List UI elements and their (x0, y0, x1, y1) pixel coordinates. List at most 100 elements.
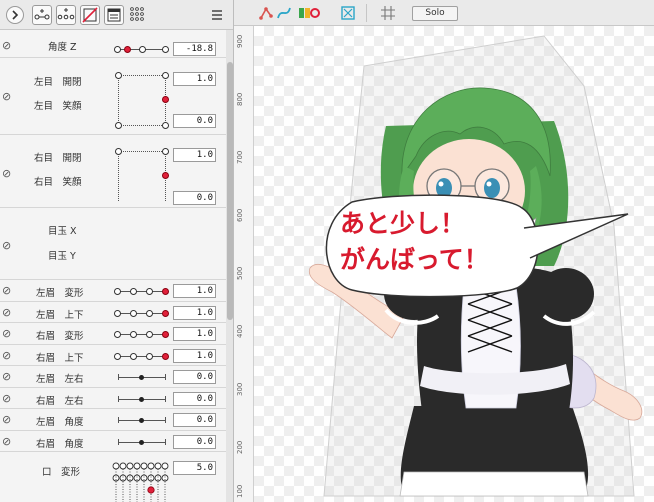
solo-button[interactable]: Solo (412, 6, 458, 21)
param-row: ⊘ 右眉 上下 1.0 (0, 345, 226, 366)
slider-track[interactable] (118, 334, 166, 335)
slider-knot[interactable] (114, 331, 121, 338)
link-icon[interactable]: ⊘ (2, 239, 11, 252)
grid-knot[interactable] (162, 122, 169, 129)
link-icon[interactable]: ⊘ (2, 306, 11, 319)
slider-knot-active[interactable] (124, 46, 131, 53)
param-value[interactable]: 0.0 (173, 434, 216, 449)
param-row: ⊘ 右眉 変形 1.0 (0, 323, 226, 345)
param-left-eye: ⊘ 左目 開閉 左目 笑顔 1.0 0.0 (0, 58, 226, 135)
slider-thumb[interactable] (139, 396, 144, 402)
view-toolbar: Solo (234, 0, 654, 26)
fit-view-icon[interactable] (340, 5, 356, 21)
slider-thumb[interactable] (139, 418, 144, 423)
slider-knot[interactable] (162, 46, 169, 53)
grid-line (118, 75, 119, 125)
link-icon[interactable]: ⊘ (2, 167, 11, 180)
slider-knot[interactable] (114, 309, 121, 317)
curve-icon[interactable] (276, 5, 292, 21)
slider-track[interactable] (118, 355, 166, 357)
link-icon[interactable]: ⊘ (2, 435, 11, 448)
slider-knot[interactable] (130, 309, 137, 317)
param-row: ⊘ 左眉 左右 0.0 (0, 366, 226, 388)
param-label: 左眉 角度 (36, 417, 84, 428)
slider-knot[interactable] (146, 331, 153, 338)
grid-knot[interactable] (115, 122, 122, 129)
link-icon[interactable]: ⊘ (2, 90, 11, 103)
param-value[interactable]: 1.0 (173, 327, 216, 341)
slider-thumb[interactable] (139, 375, 144, 380)
param-row: ⊘ 右眉 角度 0.0 (0, 431, 226, 452)
parameter-list: ⊘ 角度 Z -18.8 ⊘ 左目 開閉 左目 笑顔 1.0 0.0 ⊘ 右目 … (0, 30, 226, 502)
param-value[interactable]: 0.0 (173, 370, 216, 384)
param-row: ⊘ 左眉 角度 0.0 (0, 409, 226, 431)
scrollbar-thumb[interactable] (227, 62, 233, 320)
slider-knot[interactable] (130, 331, 137, 338)
grid-knot[interactable] (115, 148, 122, 155)
param-label: 右目 笑顔 (34, 177, 82, 188)
param-value[interactable]: 1.0 (173, 284, 216, 298)
param-value[interactable]: 0.0 (173, 391, 216, 406)
slider-tick (118, 374, 119, 380)
parameter-scrollbar[interactable] (226, 30, 233, 502)
slider-knot-active[interactable] (162, 331, 169, 338)
param-value[interactable]: 1.0 (173, 348, 216, 363)
slider-knot-active[interactable] (162, 288, 169, 295)
param-value[interactable]: 0.0 (173, 191, 216, 205)
slider-knot-active[interactable] (162, 309, 169, 317)
menu-icon[interactable] (210, 7, 224, 21)
grid-knot-active[interactable] (162, 172, 169, 179)
grid-dots-icon[interactable] (128, 5, 148, 25)
link-icon[interactable]: ⊘ (2, 392, 11, 405)
slider-knot[interactable] (139, 46, 146, 53)
slider-knot[interactable] (130, 352, 137, 360)
param-label: 右目 開閉 (34, 153, 82, 164)
param-value[interactable]: 5.0 (173, 461, 216, 475)
link-icon[interactable]: ⊘ (2, 413, 11, 426)
panel-icon[interactable] (104, 5, 124, 25)
slider-track[interactable] (118, 312, 166, 314)
grid-knot[interactable] (162, 148, 169, 155)
delete-link-icon[interactable] (80, 5, 100, 25)
link-icon[interactable]: ⊘ (2, 370, 11, 383)
param-value[interactable]: -18.8 (173, 42, 216, 56)
param-value[interactable]: 1.0 (173, 148, 216, 162)
link-icon[interactable]: ⊘ (2, 284, 11, 297)
param-label: 目玉 Y (48, 251, 76, 262)
grid-icon[interactable] (380, 5, 396, 21)
speech-line-1: あと少し！ (340, 209, 466, 238)
grid-knot-active[interactable] (162, 96, 169, 103)
param-label: 左眉 左右 (36, 374, 84, 385)
slider-knot[interactable] (146, 288, 153, 295)
slider-thumb[interactable] (139, 439, 144, 445)
param-value[interactable]: 0.0 (173, 114, 216, 128)
link-icon[interactable]: ⊘ (2, 327, 11, 340)
speech-line-2: がんばって！ (340, 245, 489, 274)
slider-knot[interactable] (114, 352, 121, 360)
param-value[interactable]: 1.0 (173, 305, 216, 320)
bone-icon[interactable] (258, 5, 274, 21)
connect-nodes-icon[interactable] (32, 5, 52, 25)
slider-tick (165, 438, 166, 445)
slider-track[interactable] (118, 291, 166, 292)
slider-knot[interactable] (114, 288, 121, 295)
slider-knot[interactable] (146, 352, 153, 360)
mouth-grid[interactable] (112, 462, 170, 502)
grid-knot[interactable] (115, 72, 122, 79)
color-icon[interactable] (298, 5, 320, 21)
ruler-label: 200 (236, 440, 244, 454)
param-value[interactable]: 0.0 (173, 413, 216, 427)
slider-knot[interactable] (114, 46, 121, 53)
link-icon[interactable]: ⊘ (2, 349, 11, 362)
slider-knot[interactable] (146, 309, 153, 317)
param-value[interactable]: 1.0 (173, 72, 216, 86)
grid-knot[interactable] (162, 72, 169, 79)
ruler-label: 100 (236, 484, 244, 498)
expand-arrow-icon[interactable] (6, 6, 24, 24)
model-canvas[interactable]: あと少し！ がんばって！ (254, 26, 654, 502)
slider-knot[interactable] (130, 288, 137, 295)
link-icon[interactable]: ⊘ (2, 39, 11, 52)
multi-nodes-icon[interactable] (56, 5, 76, 25)
slider-tick (118, 417, 119, 423)
slider-knot-active[interactable] (162, 352, 169, 360)
